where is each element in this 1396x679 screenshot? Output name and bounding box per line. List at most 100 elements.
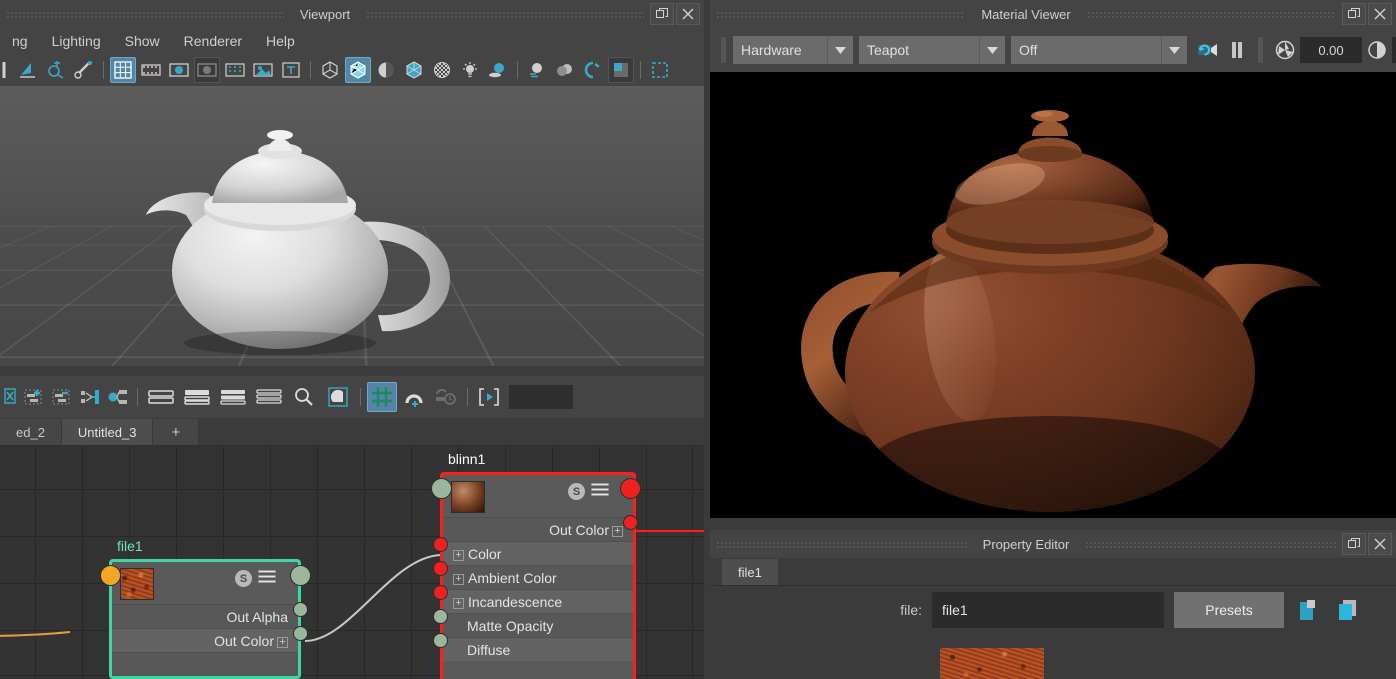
node-file1-swatch[interactable]: [120, 568, 154, 600]
node-file1-outcolor-row[interactable]: Out Color +: [112, 628, 298, 652]
new-tab-icon[interactable]: [1334, 594, 1364, 626]
film-gate-icon[interactable]: [138, 57, 164, 83]
gamma-value[interactable]: 1: [1392, 37, 1396, 63]
viewport-bg-icon[interactable]: [608, 57, 634, 83]
exposure-icon[interactable]: [1271, 36, 1299, 64]
node-editor-canvas[interactable]: blinn1 S Out Color + + Color + Ambient C…: [0, 446, 704, 679]
undock-icon[interactable]: [1342, 3, 1367, 25]
tab-untitled-3[interactable]: Untitled_3: [61, 419, 154, 445]
chevron-down-icon[interactable]: [979, 36, 1005, 64]
wireframe-icon[interactable]: [317, 57, 343, 83]
connected-mode-icon[interactable]: [180, 384, 214, 410]
chevron-down-icon[interactable]: [827, 36, 853, 64]
expand-icon[interactable]: +: [612, 525, 623, 537]
node-blinn1-attr-matte-opacity[interactable]: Matte Opacity: [443, 613, 633, 637]
textured-icon[interactable]: [401, 57, 427, 83]
expand-icon[interactable]: +: [453, 573, 464, 585]
property-editor-drag-grip-right[interactable]: [1085, 539, 1337, 549]
shadows-icon[interactable]: [485, 57, 511, 83]
toolbar-handle-2[interactable]: [1258, 37, 1263, 63]
menu-item-0[interactable]: ng: [0, 28, 40, 54]
viewport-drag-grip-right[interactable]: [366, 9, 644, 19]
xray-joints-icon[interactable]: [222, 57, 248, 83]
texture-preview-swatch[interactable]: [940, 648, 1044, 679]
clear-graph-icon[interactable]: [1, 384, 19, 410]
viewport-node-editor-splitter[interactable]: [0, 366, 704, 376]
motion-blur-icon[interactable]: [524, 57, 550, 83]
lasso-icon[interactable]: [43, 57, 69, 83]
resolution-gate-icon[interactable]: [166, 57, 192, 83]
viewport-drag-grip[interactable]: [6, 9, 284, 19]
undock-icon[interactable]: [1342, 533, 1367, 555]
undock-icon[interactable]: [650, 3, 674, 25]
material-viewer-property-splitter[interactable]: [710, 518, 1396, 530]
node-blinn1-attr-color[interactable]: + Color: [443, 541, 633, 565]
node-file1-body[interactable]: S Out Alpha Out Color +: [109, 559, 301, 679]
tab-untitled-2[interactable]: ed_2: [0, 419, 62, 445]
expand-icon[interactable]: +: [453, 597, 464, 609]
node-blinn1-attr-diffuse[interactable]: Diffuse: [443, 637, 633, 661]
full-mode-icon[interactable]: [216, 384, 250, 410]
frame-all-icon[interactable]: [474, 384, 504, 410]
node-blinn1-attr-incandescence[interactable]: + Incandescence: [443, 589, 633, 613]
menu-item-lighting[interactable]: Lighting: [40, 28, 113, 54]
node-blinn1-port-in-main[interactable]: [431, 478, 452, 499]
remove-selected-icon[interactable]: [49, 384, 75, 410]
add-selected-icon[interactable]: [21, 384, 47, 410]
grid-toggle-icon[interactable]: [110, 57, 136, 83]
node-file1-lines-icon[interactable]: [258, 570, 276, 585]
pause-render-icon[interactable]: [1224, 36, 1250, 64]
tab-file1[interactable]: file1: [722, 559, 778, 585]
lights-icon[interactable]: [457, 57, 483, 83]
toolbar-handle[interactable]: [721, 37, 726, 63]
layout-icon[interactable]: [431, 384, 461, 410]
magnet-snap-icon[interactable]: [399, 384, 429, 410]
menu-item-show[interactable]: Show: [113, 28, 172, 54]
close-icon[interactable]: [1368, 533, 1393, 555]
gate-mask-icon[interactable]: [194, 57, 220, 83]
file-name-input[interactable]: file1: [932, 592, 1164, 628]
property-editor-drag-grip[interactable]: [716, 539, 967, 549]
brush-icon[interactable]: [71, 57, 97, 83]
material-viewer-drag-grip[interactable]: [716, 9, 966, 19]
node-blinn1-port-outcolor[interactable]: [623, 515, 638, 530]
custom-attributes-icon[interactable]: [252, 384, 286, 410]
node-blinn1-body[interactable]: S Out Color + + Color + Ambient Color + …: [440, 472, 636, 679]
node-file1-port-in-main[interactable]: [100, 565, 121, 586]
material-viewer-render[interactable]: [710, 72, 1396, 518]
paint-select-icon[interactable]: [15, 57, 41, 83]
add-tab-button[interactable]: +: [153, 419, 200, 445]
output-connections-icon[interactable]: [105, 384, 131, 410]
copy-tab-icon[interactable]: [1294, 594, 1324, 626]
renderer-dropdown[interactable]: Hardware: [733, 36, 853, 64]
node-file1-port-outalpha[interactable]: [293, 602, 308, 617]
material-viewer-drag-grip-right[interactable]: [1086, 9, 1337, 19]
node-blinn1-port-color[interactable]: [433, 537, 448, 552]
node-file1-port-out-main[interactable]: [290, 565, 311, 586]
isolate-select-icon[interactable]: [647, 57, 673, 83]
node-blinn1-port-out-main[interactable]: [620, 478, 641, 499]
node-blinn1-port-ambient[interactable]: [433, 561, 448, 576]
node-blinn1-port-diffuse[interactable]: [433, 633, 448, 648]
refresh-render-icon[interactable]: [1194, 36, 1222, 64]
gamma-icon[interactable]: [1363, 36, 1391, 64]
node-blinn1-swatch[interactable]: [451, 481, 485, 513]
viewport-3d-canvas[interactable]: persp: [0, 86, 704, 366]
node-file1-extra-row[interactable]: [112, 652, 298, 676]
node-blinn1-lines-icon[interactable]: [591, 483, 609, 498]
presets-button[interactable]: Presets: [1174, 592, 1284, 628]
close-icon[interactable]: [1368, 3, 1393, 25]
text-overlay-icon[interactable]: [278, 57, 304, 83]
node-file1-port-outcolor[interactable]: [293, 626, 308, 641]
geometry-dropdown[interactable]: Teapot: [859, 36, 1005, 64]
expand-icon[interactable]: +: [277, 636, 288, 648]
search-input[interactable]: [509, 385, 573, 409]
toggle-swatch-icon[interactable]: [322, 384, 354, 410]
chevron-down-icon[interactable]: [1161, 36, 1187, 64]
node-blinn1-outcolor-row[interactable]: Out Color +: [443, 517, 633, 541]
node-blinn1-s-badge[interactable]: S: [568, 483, 585, 500]
use-default-material-icon[interactable]: [429, 57, 455, 83]
select-tool-icon[interactable]: [1, 57, 13, 83]
ao-icon[interactable]: [552, 57, 578, 83]
grid-snap-icon[interactable]: [367, 382, 397, 412]
